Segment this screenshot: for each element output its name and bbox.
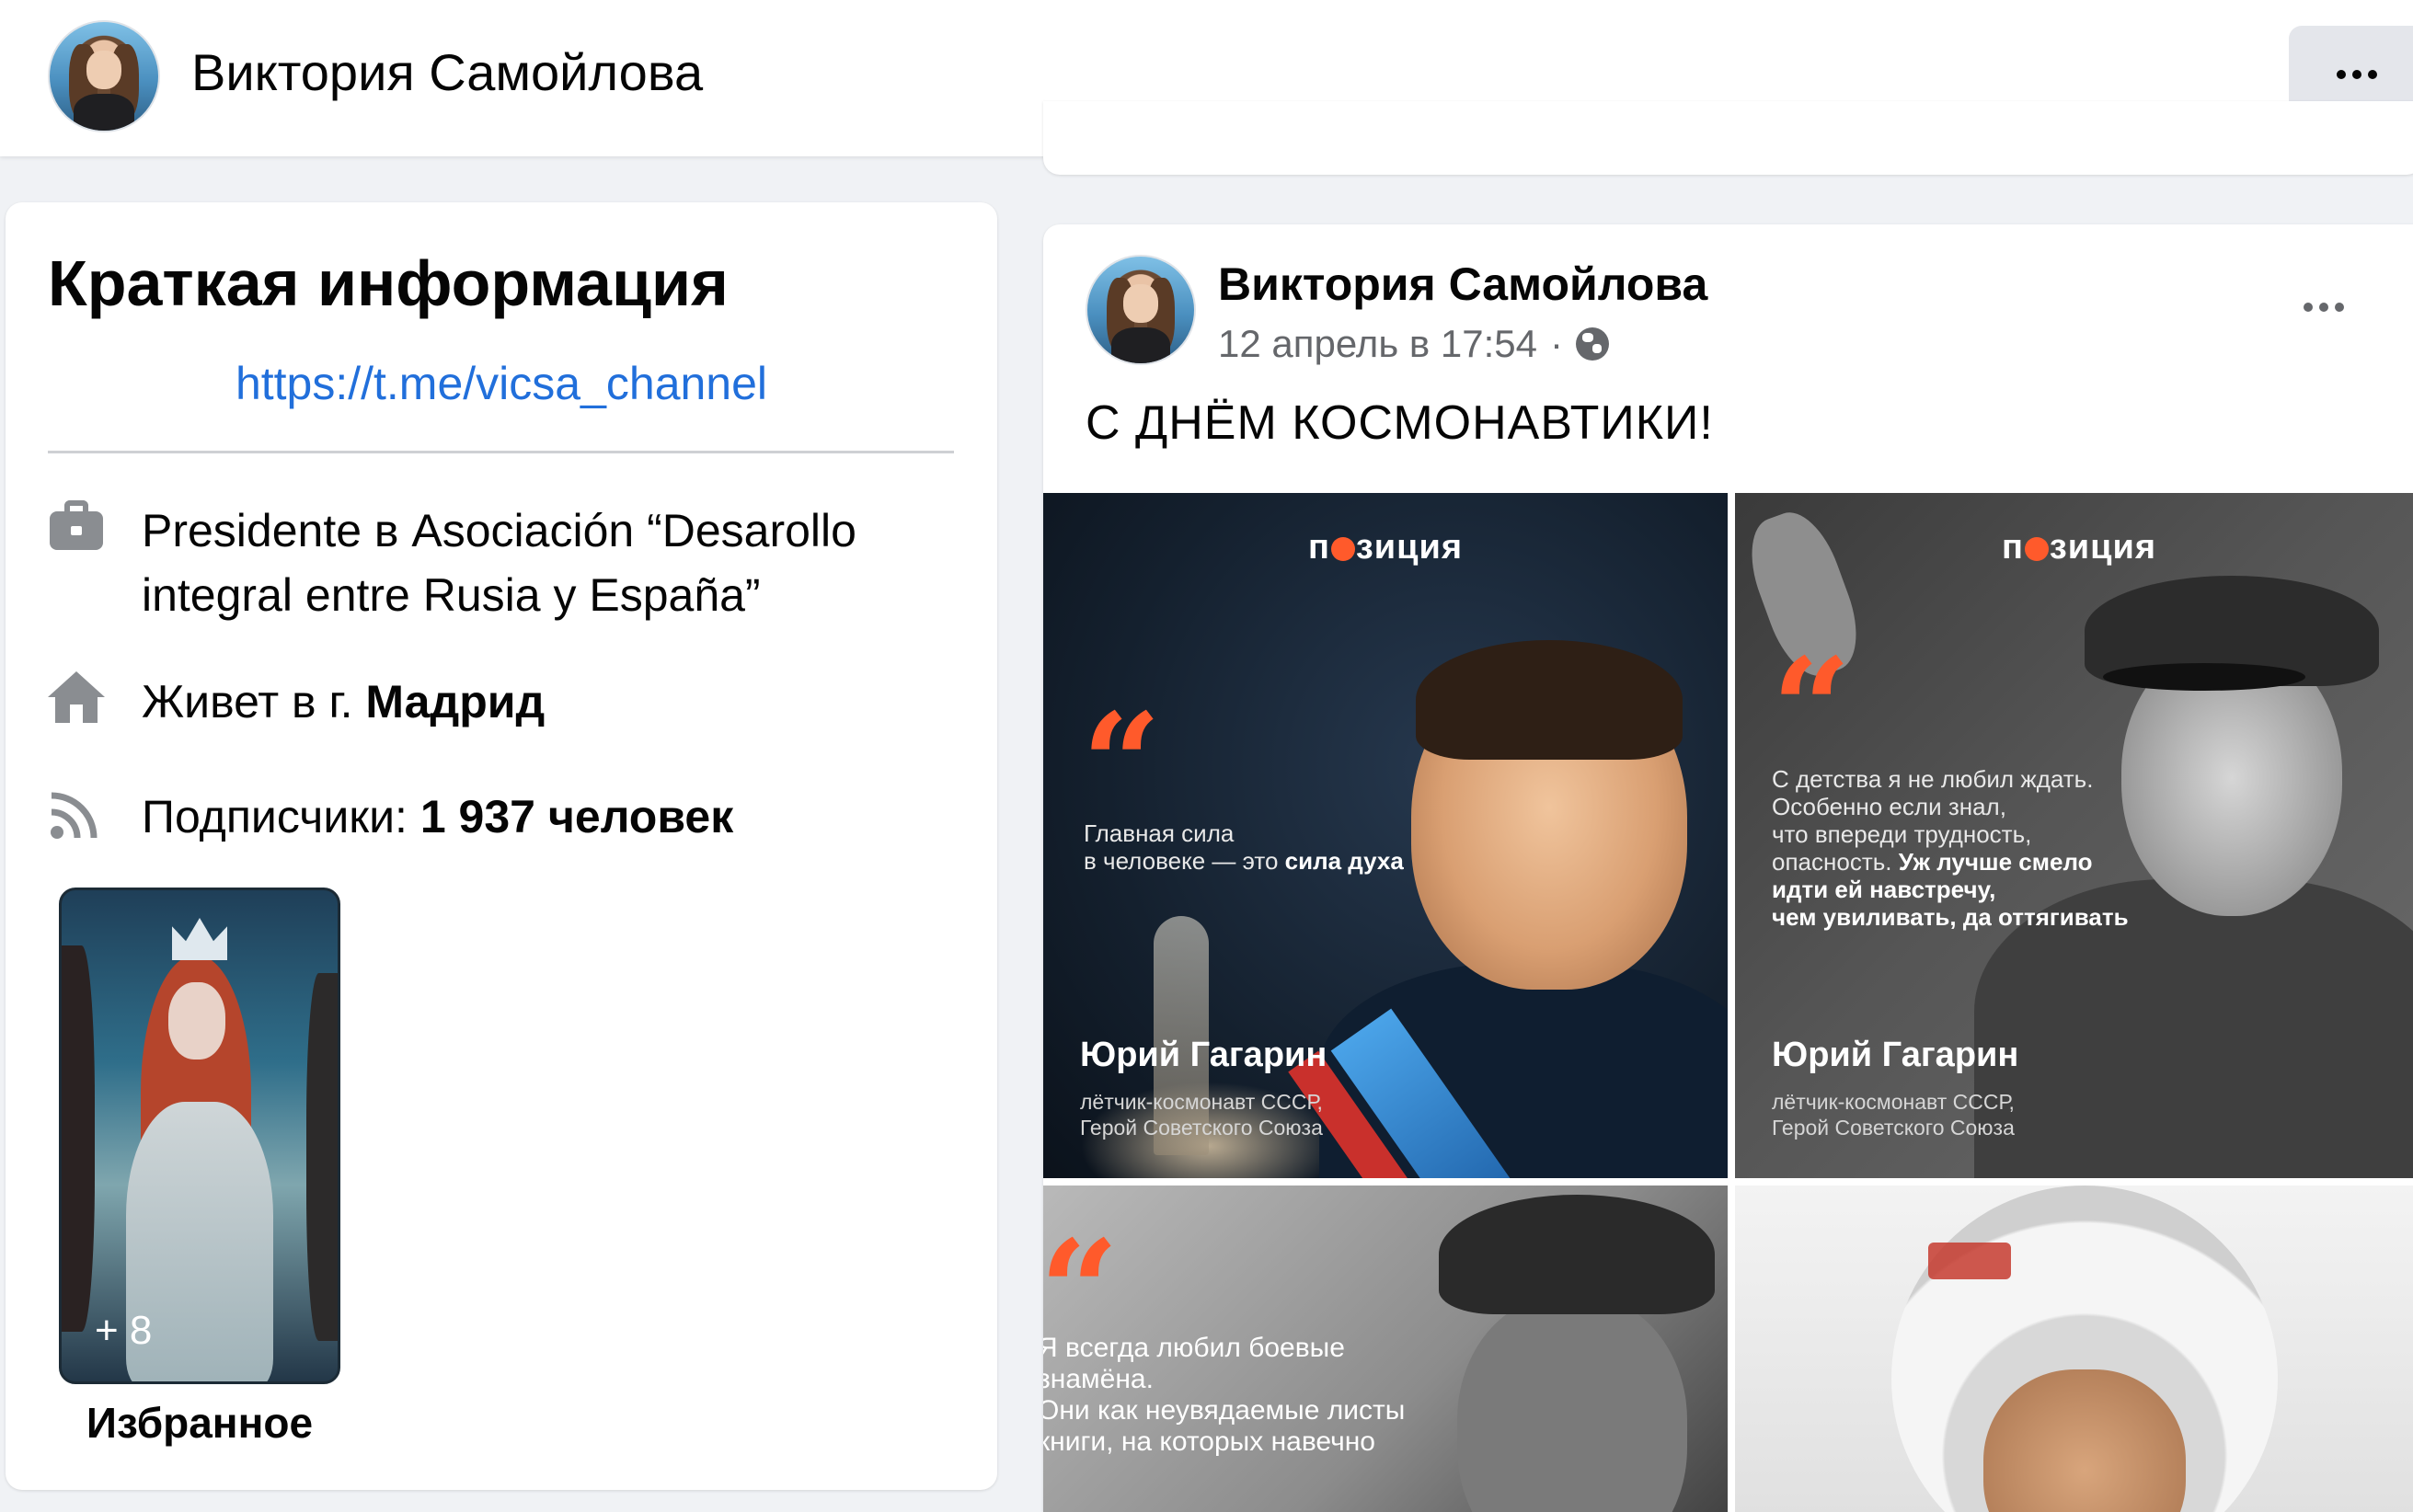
avatar-body	[1110, 326, 1171, 363]
featured-collection[interactable]: + 8	[59, 888, 340, 1384]
intro-card: Краткая информация https://t.me/vicsa_ch…	[6, 202, 997, 1490]
brand-logo: п зиция	[1043, 528, 1728, 567]
post-author-avatar[interactable]	[1086, 255, 1196, 365]
quote-author-role: лётчик-космонавт СССР, Герой Советского …	[1772, 1089, 2015, 1140]
photo-face	[1457, 1296, 1687, 1512]
quote-part-bold: Уж лучше смело	[1898, 848, 2093, 876]
quote-bubble-icon	[2024, 537, 2049, 561]
quote-part-bold: чем увиливать, да оттягивать	[1772, 903, 2129, 931]
home-text: Живет в г. Мадрид	[142, 670, 545, 734]
home-info: Живет в г. Мадрид	[48, 670, 545, 734]
photo-figure-left	[62, 945, 95, 1332]
work-line-2[interactable]: integral entre Rusia y España”	[142, 563, 856, 627]
intro-title: Краткая информация	[48, 247, 729, 319]
quote-line: Особенно если знал,	[1772, 793, 2006, 820]
quote-part: опасность.	[1772, 848, 1899, 876]
quote-mark-icon: “	[1772, 628, 1852, 790]
photo-helmet-label	[1928, 1243, 2011, 1279]
quote-text: С детства я не любил ждать. Особенно есл…	[1772, 765, 2129, 931]
post-photo-4[interactable]	[1735, 1186, 2413, 1512]
photo-visor	[2103, 663, 2305, 691]
work-info: Presidente в Asociación “Desarollo integ…	[48, 498, 856, 627]
quote-author: Юрий Гагарин	[1772, 1036, 2019, 1074]
more-dots-icon	[2337, 70, 2377, 79]
brand-logo: п зиция	[1735, 528, 2413, 567]
role-line: лётчик-космонавт СССР,	[1772, 1090, 2015, 1114]
quote-author-role: лётчик-космонавт СССР, Герой Советского …	[1080, 1089, 1323, 1140]
quote-line: С детства я не любил ждать.	[1772, 765, 2094, 793]
home-city[interactable]: Мадрид	[365, 676, 545, 727]
photo-crown	[172, 918, 227, 960]
role-line: Герой Советского Союза	[1772, 1116, 2015, 1140]
briefcase-icon	[48, 498, 105, 556]
photo-face	[168, 982, 225, 1060]
quote-line: в человеке — это сила духа	[1084, 847, 1404, 875]
quote-line: идти ей навстречу,	[1772, 876, 2129, 903]
brand-text: п	[2001, 528, 2024, 567]
post-options-icon[interactable]	[2304, 303, 2344, 312]
post-card: Виктория Самойлова 12 апрель в 17:54 · С…	[1043, 224, 2413, 1512]
avatar-body	[73, 93, 135, 131]
profile-avatar[interactable]	[48, 20, 160, 132]
photo-hair	[1416, 640, 1683, 760]
post-photo-1[interactable]: п зиция “ Главная сила в человеке — это с…	[1043, 493, 1728, 1178]
quote-line: что впереди трудность,	[1772, 820, 2032, 848]
role-line: лётчик-космонавт СССР,	[1080, 1090, 1323, 1114]
home-prefix: Живет в г.	[142, 676, 366, 727]
meta-separator: ·	[1549, 322, 1563, 365]
followers-count[interactable]: 1 937 человек	[420, 791, 733, 842]
post-photo-2[interactable]: п зиция “ С детства я не любил ждать. Осо…	[1735, 493, 2413, 1178]
role-line: Герой Советского Союза	[1080, 1116, 1323, 1140]
brand-text: зиция	[1355, 528, 1464, 567]
quote-line: книги, на которых навечно	[1043, 1426, 1375, 1457]
post-meta: 12 апрель в 17:54 ·	[1218, 322, 1609, 366]
brand-text: зиция	[2049, 528, 2157, 567]
avatar-face	[1123, 284, 1158, 323]
followers-text: Подписчики: 1 937 человек	[142, 785, 733, 849]
photo-figure-right	[306, 973, 338, 1341]
profile-name[interactable]: Виктория Самойлова	[191, 42, 703, 102]
quote-line: чем увиливать, да оттягивать	[1772, 903, 2129, 931]
post-text: С ДНЁМ КОСМОНАВТИКИ!	[1086, 396, 1714, 450]
quote-text: Главная сила в человеке — это сила духа	[1084, 819, 1404, 875]
quote-text: Я всегда любил боевые знамёна. Они как н…	[1043, 1333, 1405, 1458]
avatar-face	[86, 50, 121, 90]
followers-info: Подписчики: 1 937 человек	[48, 785, 733, 849]
home-icon	[48, 670, 105, 727]
post-date[interactable]: 12 апрель в 17:54	[1218, 322, 1537, 366]
photo-cap	[1439, 1195, 1715, 1314]
brand-text: п	[1307, 528, 1330, 567]
featured-label[interactable]: Избранное	[59, 1398, 340, 1448]
quote-line: опасность. Уж лучше смело	[1772, 848, 2129, 876]
post-photo-3[interactable]: “ Я всегда любил боевые знамёна. Они как…	[1043, 1186, 1728, 1512]
rss-icon	[48, 785, 105, 842]
quote-part: в человеке — это	[1084, 847, 1285, 875]
quote-part-bold: сила духа	[1284, 847, 1404, 875]
quote-line: Я всегда любил боевые	[1043, 1333, 1345, 1363]
featured-count: + 8	[95, 1308, 153, 1353]
post-author-name[interactable]: Виктория Самойлова	[1218, 258, 1707, 311]
previous-post-end	[1043, 101, 2413, 175]
quote-line: Главная сила	[1084, 819, 1235, 847]
globe-icon[interactable]	[1575, 327, 1609, 361]
quote-line: Они как неувядаемые листы	[1043, 1395, 1406, 1426]
quote-line: знамёна.	[1043, 1364, 1154, 1394]
quote-mark-icon: “	[1082, 683, 1162, 845]
quote-author: Юрий Гагарин	[1080, 1036, 1327, 1074]
quote-part-bold: идти ей навстречу,	[1772, 876, 1996, 903]
work-line-1[interactable]: Presidente в Asociación “Desarollo	[142, 498, 856, 563]
intro-divider	[48, 451, 954, 453]
work-text: Presidente в Asociación “Desarollo integ…	[142, 498, 856, 627]
telegram-link[interactable]: https://t.me/vicsa_channel	[6, 357, 997, 410]
quote-bubble-icon	[1330, 537, 1355, 561]
followers-prefix: Подписчики:	[142, 791, 420, 842]
